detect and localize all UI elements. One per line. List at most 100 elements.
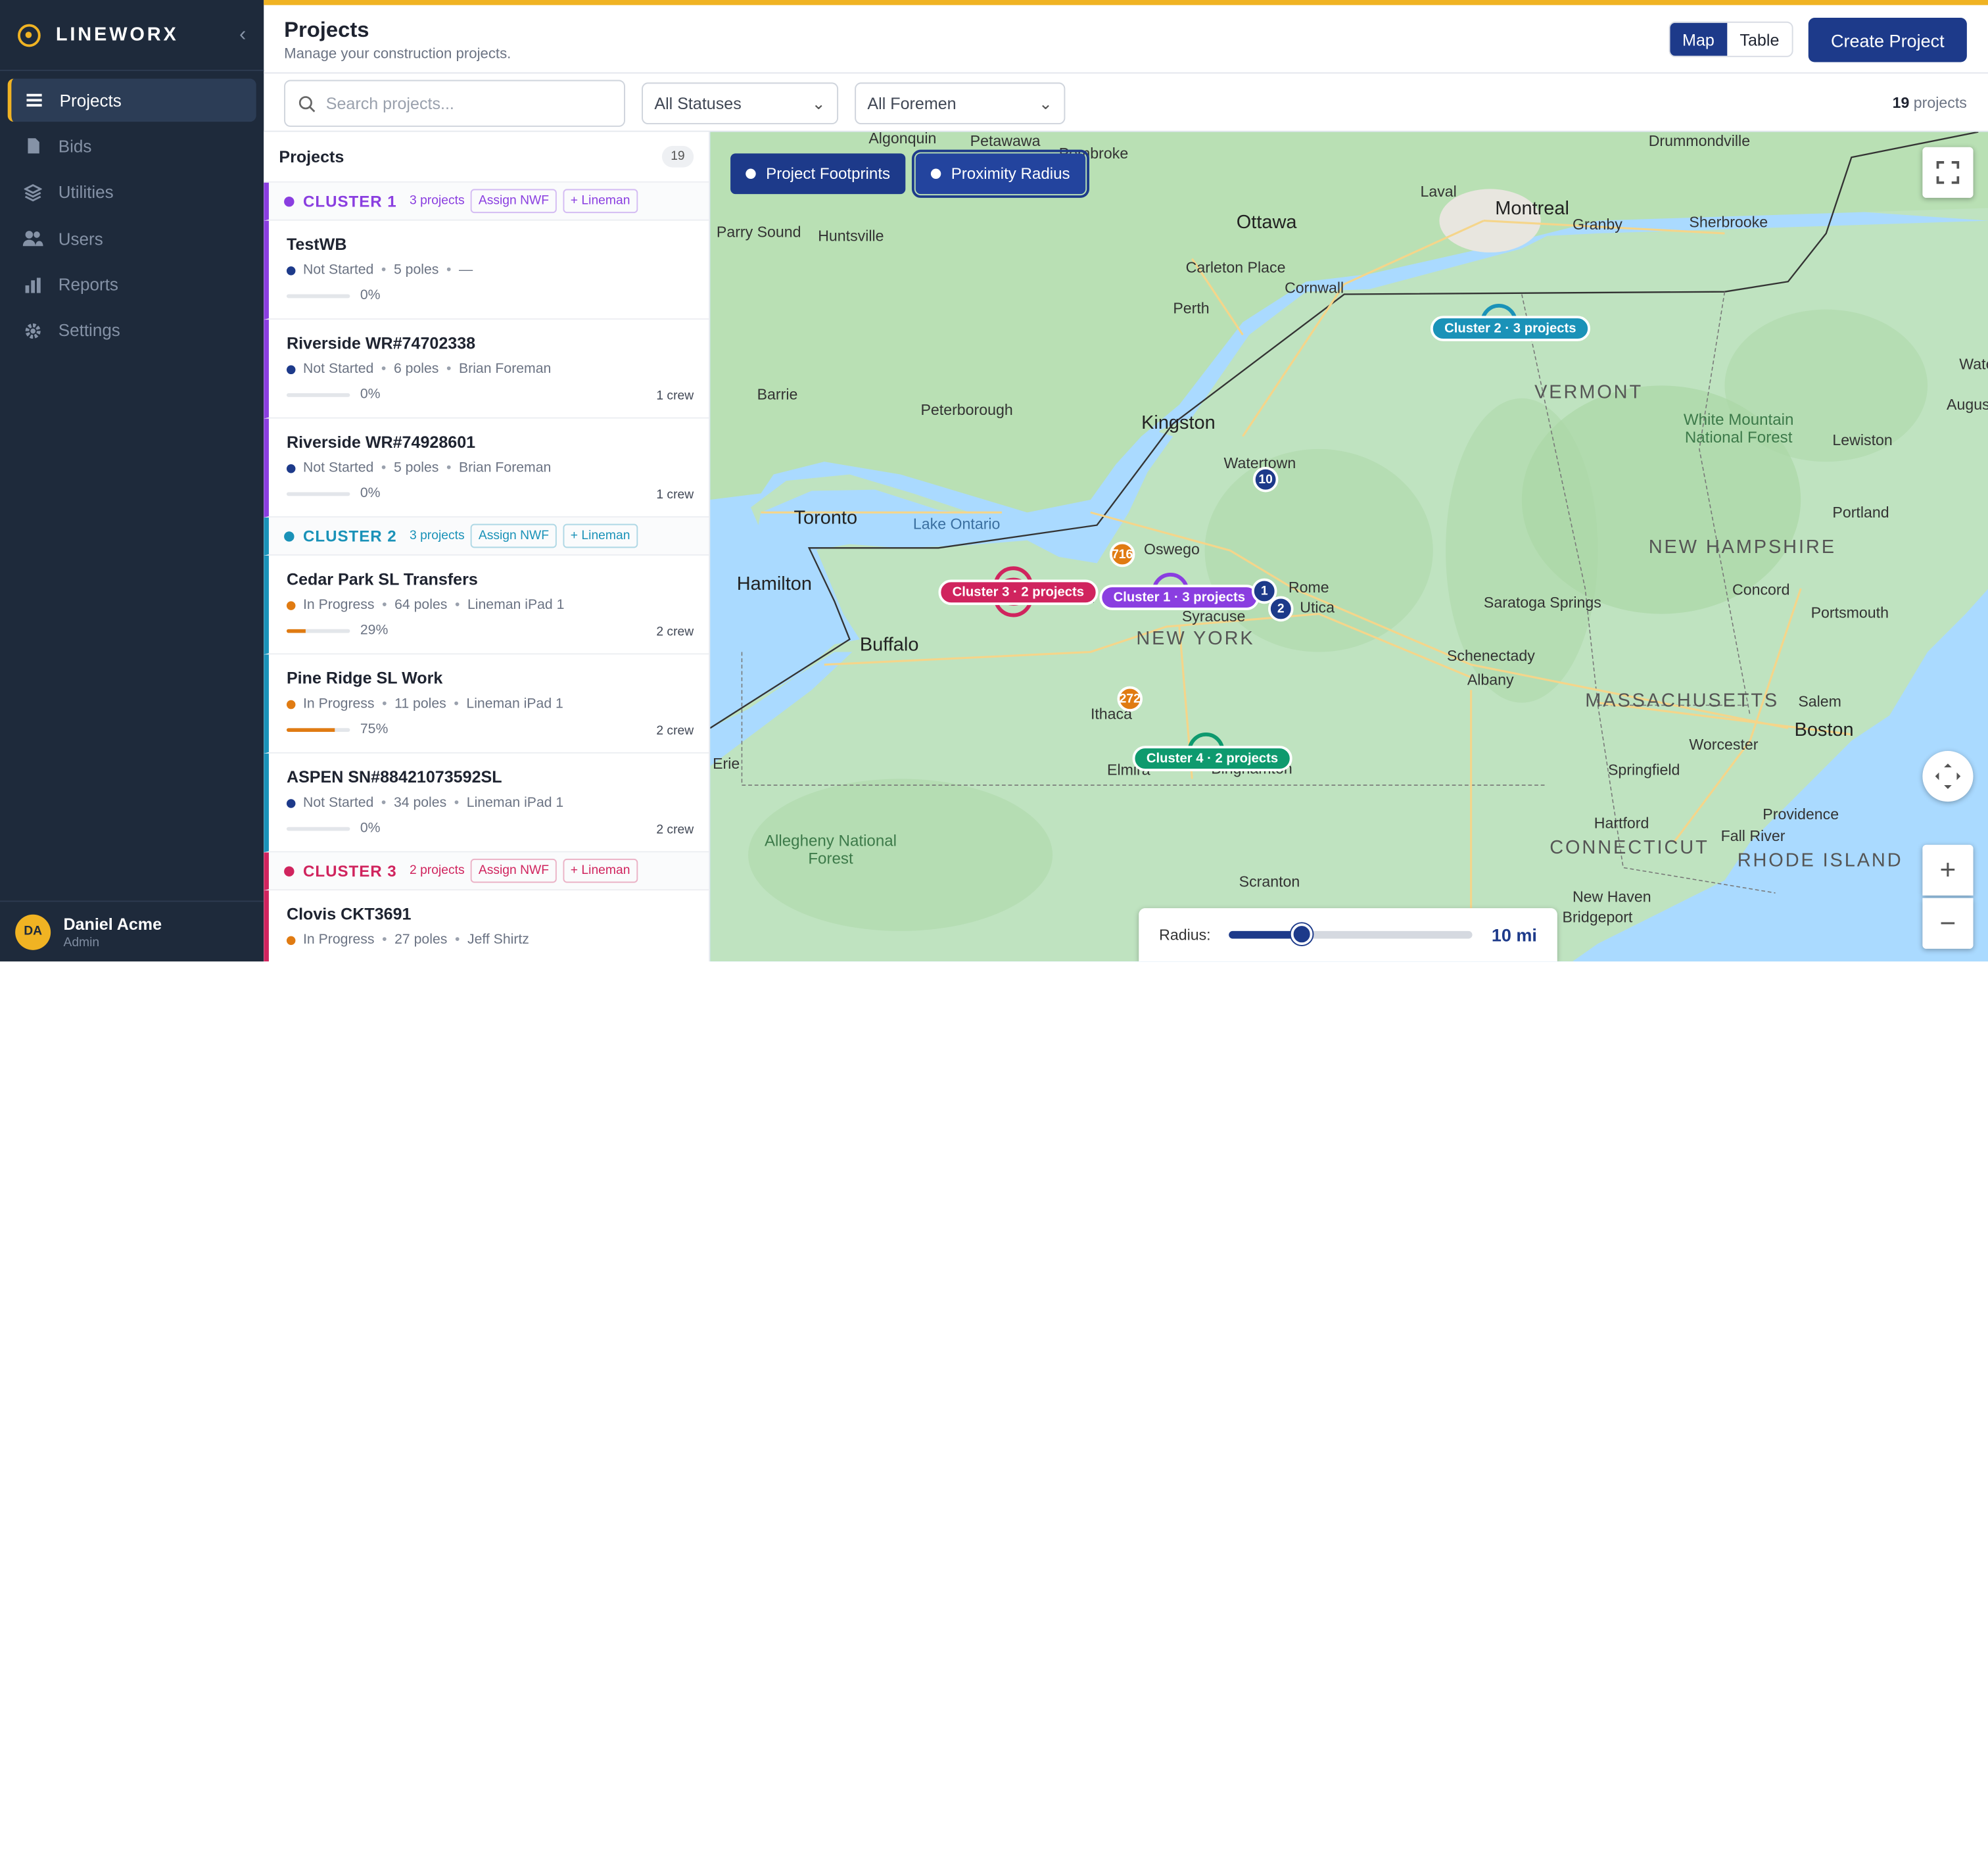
assign-nwf-button[interactable]: Assign NWF <box>471 189 557 214</box>
map-city-label: Schenectady <box>1446 646 1535 665</box>
project-footprints-toggle[interactable]: Project Footprints <box>730 153 906 195</box>
sidebar-item-label: Bids <box>58 137 92 156</box>
sidebar-item-utilities[interactable]: Utilities <box>8 171 256 214</box>
map-city-label: Sherbrooke <box>1689 213 1768 231</box>
fullscreen-icon <box>1936 160 1960 184</box>
map-view[interactable]: Ottawa Montreal Laval Toronto Hamilton Buffal… <box>710 132 1988 962</box>
progress-percent: 0% <box>360 485 381 501</box>
project-progress: 75% <box>286 722 691 737</box>
separator-dot: • <box>454 932 460 948</box>
cluster-header[interactable]: CLUSTER 2 3 projects Assign NWF + Lineman <box>264 517 709 556</box>
sidebar-item-users[interactable]: Users <box>8 217 256 260</box>
status-dot-icon <box>286 798 296 807</box>
user-profile[interactable]: DA Daniel Acme Admin <box>0 900 264 962</box>
map-city-label: Montreal <box>1495 197 1569 220</box>
status-dot-icon <box>286 266 296 275</box>
foreman-select[interactable]: All Foremen ⌄ <box>855 82 1066 125</box>
cluster-header[interactable]: CLUSTER 3 2 projects Assign NWF + Lineman <box>264 852 709 891</box>
plus-icon: + <box>1939 854 1956 886</box>
separator-dot: • <box>446 460 452 476</box>
list-icon <box>24 90 45 110</box>
radius-panel: Radius: 10 mi <box>1139 908 1557 962</box>
status-select[interactable]: All Statuses ⌄ <box>642 82 839 125</box>
map-cluster-4-label[interactable]: Cluster 4 · 2 projects <box>1132 746 1292 771</box>
map-city-label: New Haven <box>1572 888 1651 906</box>
search-placeholder: Search projects... <box>325 93 454 113</box>
map-city-label: Portsmouth <box>1810 604 1889 622</box>
chevron-down-icon: ⌄ <box>1039 93 1053 112</box>
project-title: TestWB <box>286 234 347 254</box>
project-list-item[interactable]: Pine Ridge SL Work In Progress • 11 poles • L… <box>264 654 709 754</box>
zoom-out-button[interactable]: − <box>1922 898 1974 949</box>
sidebar-item-reports[interactable]: Reports <box>8 263 256 306</box>
project-poles: 6 poles <box>393 361 439 377</box>
map-marker[interactable]: 2 <box>1268 596 1294 622</box>
map-city-label: Saratoga Springs <box>1483 593 1601 612</box>
camera-control-button[interactable] <box>1922 750 1974 802</box>
map-marker[interactable]: 272 <box>1117 686 1143 712</box>
sidebar-item-settings[interactable]: Settings <box>8 310 256 353</box>
add-lineman-button[interactable]: + Lineman <box>563 858 638 883</box>
sidebar-item-bids[interactable]: Bids <box>8 125 256 168</box>
map-city-label: Algonquin <box>868 132 937 147</box>
status-dot-icon <box>286 935 296 945</box>
separator-dot: • <box>454 795 460 811</box>
map-region-label: MASSACHUSETTS <box>1585 690 1780 712</box>
map-park-label: Allegheny National Forest <box>764 832 897 868</box>
map-city-label: Parry Sound <box>716 223 801 241</box>
map-marker[interactable]: 716 <box>1109 541 1135 567</box>
proximity-radius-toggle[interactable]: Proximity Radius <box>911 149 1089 198</box>
progress-bar <box>286 628 350 633</box>
table-view-button[interactable]: Table <box>1727 23 1792 56</box>
map-city-label: Oswego <box>1143 540 1200 558</box>
map-cluster-2-label[interactable]: Cluster 2 · 3 projects <box>1430 316 1590 341</box>
cluster-header[interactable]: CLUSTER 1 3 projects Assign NWF + Lineman <box>264 182 709 221</box>
map-marker[interactable]: 10 <box>1252 466 1279 493</box>
map-city-label: Hamilton <box>736 573 812 595</box>
search-input[interactable]: Search projects... <box>284 80 625 127</box>
search-icon <box>298 95 316 112</box>
project-list-item[interactable]: TestWB Not Started • 5 poles • — 0% <box>264 220 709 320</box>
crew-count: 2 crew <box>656 625 694 640</box>
project-list-item[interactable]: Cedar Park SL Transfers In Progress • 64 po… <box>264 555 709 655</box>
assign-nwf-button[interactable]: Assign NWF <box>471 523 557 548</box>
progress-bar <box>286 826 350 830</box>
toggle-dot-icon <box>746 168 756 179</box>
proximity-radius-label: Proximity Radius <box>951 164 1070 183</box>
project-poles: 27 poles <box>394 932 448 948</box>
project-list-item[interactable]: Clovis CKT3691 In Progress • 27 poles • Jeff … <box>264 890 709 962</box>
add-lineman-button[interactable]: + Lineman <box>563 189 638 214</box>
sidebar-item-label: Users <box>58 229 103 249</box>
project-footprints-label: Project Footprints <box>766 164 891 183</box>
project-meta: In Progress • 64 poles • Lineman iPad 1 <box>286 598 691 613</box>
sidebar-item-label: Reports <box>58 275 118 295</box>
add-lineman-button[interactable]: + Lineman <box>563 523 638 548</box>
minus-icon: − <box>1939 907 1956 939</box>
map-view-button[interactable]: Map <box>1669 22 1728 56</box>
project-list-item[interactable]: Riverside WR#74928601 Not Started • 5 poles… <box>264 418 709 518</box>
radius-slider[interactable] <box>1228 923 1472 946</box>
view-toggle: Map Table <box>1668 21 1793 57</box>
sidebar-nav: Projects Bids Utilities Users Reports Setting… <box>0 71 264 363</box>
map-cluster-3-label[interactable]: Cluster 3 · 2 projects <box>938 579 1099 606</box>
map-cluster-1-label[interactable]: Cluster 1 · 3 projects <box>1099 585 1260 610</box>
radius-slider-knob[interactable] <box>1291 923 1314 946</box>
project-list-item[interactable]: ASPEN SN#88421073592SL Not Started • 34 pol… <box>264 753 709 853</box>
collapse-sidebar-icon[interactable]: ‹ <box>239 24 246 47</box>
project-list: Projects 19 CLUSTER 1 3 projects Assign NW… <box>264 132 711 962</box>
map-city-label: Granby <box>1572 215 1622 233</box>
chevron-down-icon: ⌄ <box>811 93 826 112</box>
project-list-title: Projects <box>279 147 344 166</box>
project-list-item[interactable]: Riverside WR#74702338 Not Started • 6 poles… <box>264 320 709 419</box>
map-city-label: Lewiston <box>1832 431 1893 449</box>
project-progress: 0% <box>286 821 691 836</box>
fullscreen-button[interactable] <box>1922 147 1974 198</box>
separator-dot: • <box>382 932 387 948</box>
project-progress: 0% <box>286 288 691 303</box>
progress-bar-fill <box>286 628 305 633</box>
map-city-label: Hartford <box>1594 814 1649 832</box>
sidebar-item-projects[interactable]: Projects <box>7 78 256 122</box>
create-project-button[interactable]: Create Project <box>1808 18 1967 62</box>
zoom-in-button[interactable]: + <box>1922 844 1974 896</box>
assign-nwf-button[interactable]: Assign NWF <box>471 858 557 883</box>
